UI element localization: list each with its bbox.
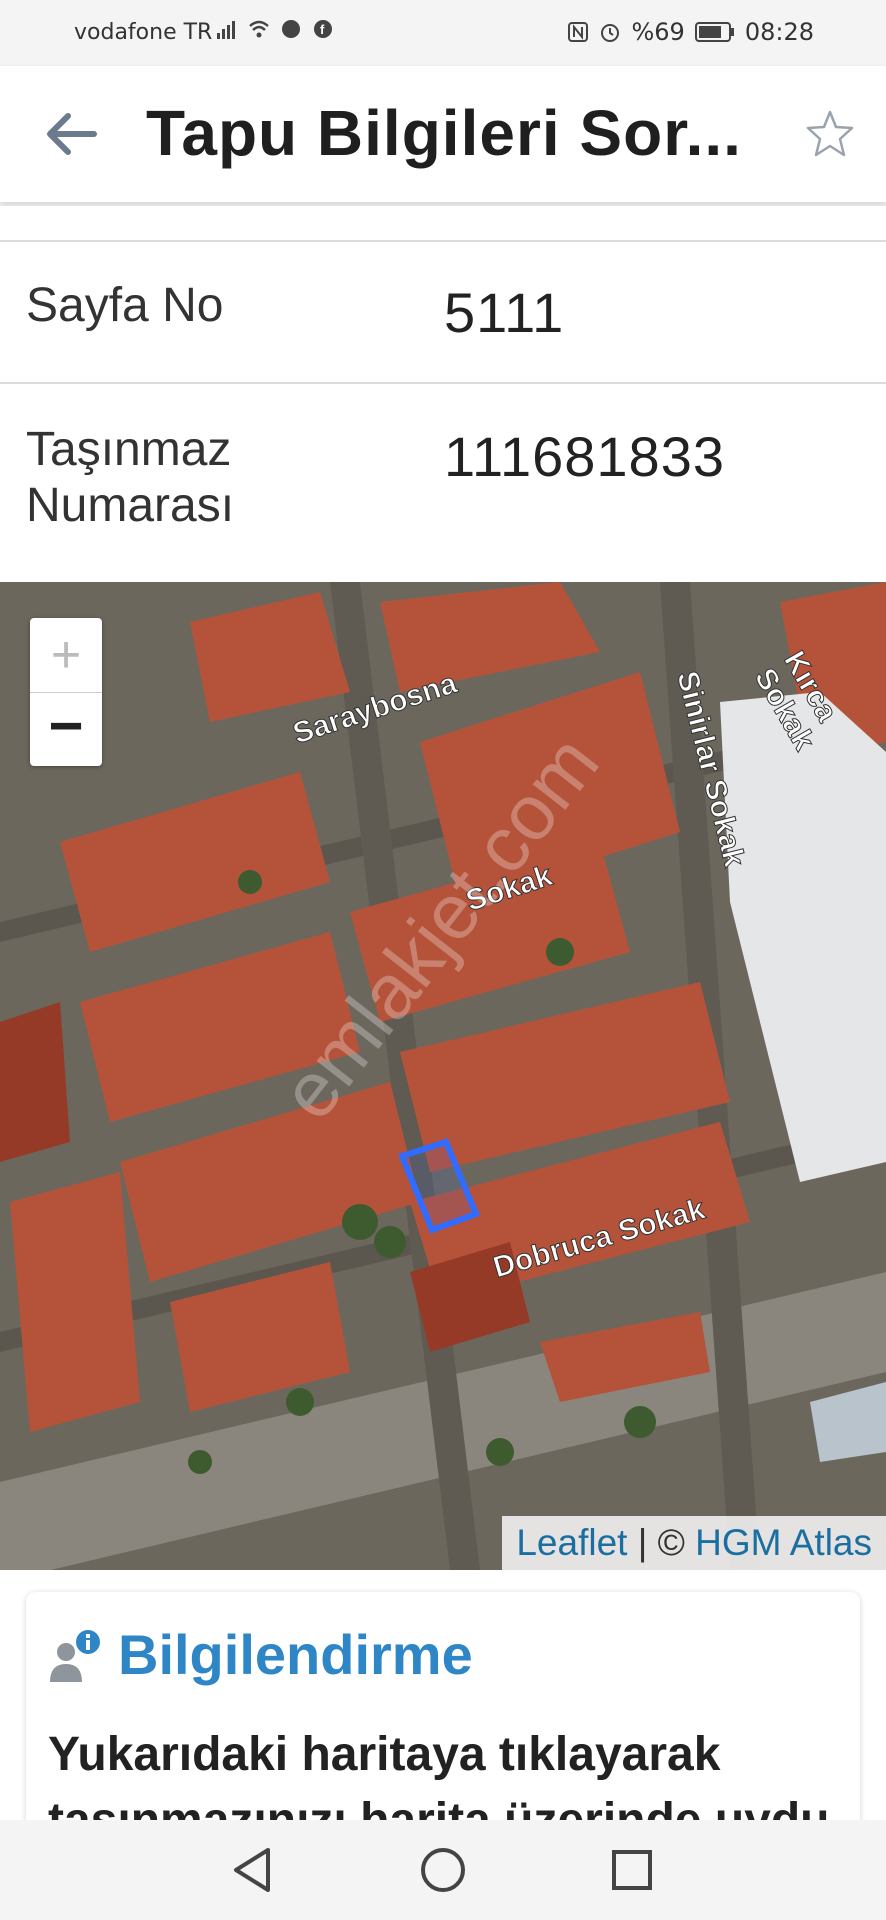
status-right: %69 08:28 [567,18,814,46]
nav-home-icon[interactable] [415,1842,471,1898]
wifi-icon [249,20,269,38]
attribution-separator: | © [627,1522,696,1563]
app-bar: Tapu Bilgileri Sor... [0,66,886,202]
map-imagery[interactable] [0,582,886,1570]
navigation-bar [0,1820,886,1920]
map-attribution: Leaflet | © HGM Atlas [502,1516,886,1570]
clock: 08:28 [744,18,814,46]
detail-label: Sayfa No [26,279,224,332]
favorite-star-icon[interactable] [804,108,856,160]
content-area: Sayfa No 5111 Taşınmaz Numarası 11168183… [0,206,886,1820]
info-text: Yukarıdaki haritaya tıklayarak taşınmazı… [48,1728,829,1820]
info-title: Bilgilendirme [118,1623,473,1686]
alarm-status-icon [282,20,300,38]
zoom-control: + − [30,618,102,766]
detail-value: 111681833 [444,425,725,488]
nfc-icon [568,22,589,42]
page-title: Tapu Bilgileri Sor... [146,97,742,169]
info-card: Bilgilendirme Yukarıdaki haritaya tıklay… [26,1592,860,1820]
nav-back-icon[interactable] [226,1842,282,1898]
alarm-clock-icon [601,24,620,42]
leaflet-link[interactable]: Leaflet [516,1522,627,1563]
carrier-label: vodafone TR [74,20,213,45]
battery-icon [694,22,734,42]
zoom-in-button[interactable]: + [30,618,102,693]
detail-value: 5111 [444,281,565,344]
zoom-out-button[interactable]: − [30,693,102,766]
detail-row-sayfa-no: Sayfa No 5111 [0,240,886,384]
status-bar: vodafone TR f %69 08:28 [0,0,886,66]
battery-percent: %69 [631,18,685,46]
back-arrow-icon[interactable] [38,104,104,164]
satellite-map[interactable]: Saraybosna Sokak Sinirlar Sokak Kırca So… [0,582,886,1570]
svg-text:f: f [320,22,325,37]
detail-label: Taşınmaz Numarası [26,423,235,532]
status-icons-left: f [216,18,334,40]
signal-icon [217,21,235,39]
hgm-atlas-link[interactable]: HGM Atlas [695,1522,872,1563]
facebook-icon: f [314,20,332,38]
user-info-icon [50,1630,100,1682]
detail-row-tasinmaz-no: Taşınmaz Numarası 111681833 [0,382,886,584]
nav-recents-icon[interactable] [604,1842,660,1898]
